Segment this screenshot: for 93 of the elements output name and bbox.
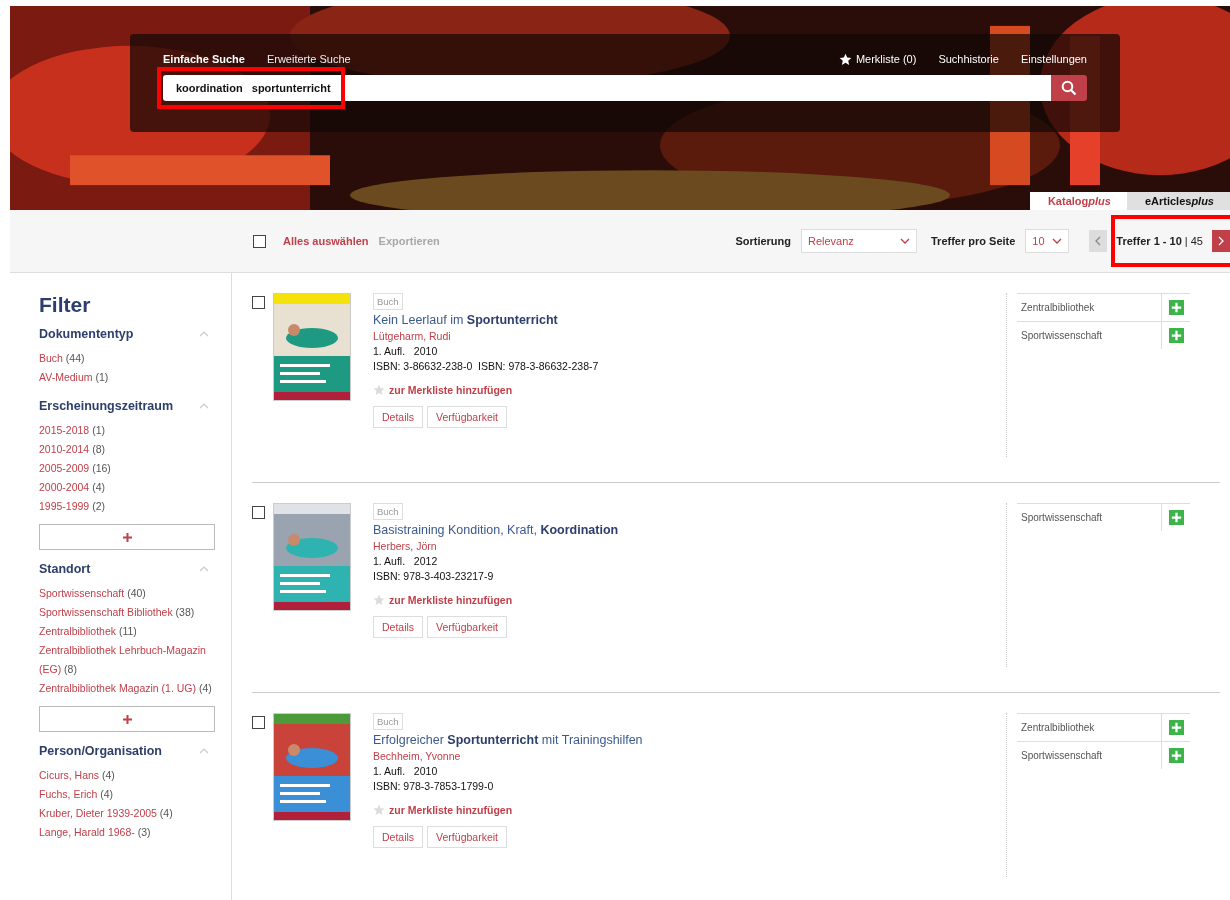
filter-link[interactable]: 1995-1999 (2) bbox=[39, 497, 217, 516]
filter-link[interactable]: Kruber, Dieter 1939-2005 (4) bbox=[39, 804, 217, 823]
filter-link[interactable]: Zentralbibliothek Magazin (1. UG) (4) bbox=[39, 679, 217, 698]
filter-link[interactable]: 2015-2018 (1) bbox=[39, 421, 217, 440]
caret-icon bbox=[900, 238, 910, 244]
author-link[interactable]: Lütgeharm, Rudi bbox=[373, 330, 451, 342]
search-tab[interactable]: Einfache Suche bbox=[163, 53, 245, 65]
document-type-tag: Buch bbox=[373, 293, 403, 310]
collapse-icon[interactable] bbox=[199, 331, 209, 337]
add-to-watchlist-link[interactable]: zur Merkliste hinzufügen bbox=[389, 384, 513, 396]
filter-group-title[interactable]: Erscheinungszeitraum bbox=[39, 399, 174, 413]
holding-location: Sportwissenschaft bbox=[1020, 330, 1104, 341]
author-link[interactable]: Herbers, Jörn bbox=[373, 540, 437, 552]
filter-link[interactable]: Zentralbibliothek (11) bbox=[39, 622, 217, 641]
checkbox[interactable] bbox=[252, 716, 265, 729]
sort-label: Sortierung bbox=[735, 235, 791, 247]
filter-group-title[interactable]: Person/Organisation bbox=[39, 744, 162, 758]
result-title-link[interactable]: Basistraining Kondition, Kraft, Koordination bbox=[373, 523, 619, 537]
add-icon[interactable] bbox=[1168, 720, 1184, 735]
filter-link[interactable]: Fuchs, Erich (4) bbox=[39, 785, 217, 804]
filter-link[interactable]: Lange, Harald 1968- (3) bbox=[39, 823, 217, 842]
star-icon[interactable] bbox=[373, 384, 385, 396]
filter-link[interactable]: Buch (44) bbox=[39, 349, 217, 368]
checkbox[interactable] bbox=[252, 506, 265, 519]
filter-group-title[interactable]: Standort bbox=[39, 562, 91, 576]
isbn-text: ISBN: 978-3-7853-1799-0 bbox=[373, 780, 494, 792]
header-link[interactable]: Suchhistorie bbox=[938, 53, 999, 65]
result-button[interactable]: Verfügbarkeit bbox=[427, 406, 507, 428]
plus-icon bbox=[121, 531, 133, 543]
filter-group-title[interactable]: Dokumententyp bbox=[39, 327, 134, 341]
header-link[interactable]: Einstellungen bbox=[1020, 53, 1087, 65]
select-all-link[interactable]: Alles auswählen bbox=[283, 235, 369, 247]
sort-dropdown[interactable]: Relevanz bbox=[801, 229, 917, 253]
checkbox[interactable] bbox=[253, 234, 266, 248]
add-icon[interactable] bbox=[1168, 510, 1184, 525]
add-icon[interactable] bbox=[1168, 748, 1184, 763]
collapse-icon[interactable] bbox=[199, 403, 209, 409]
search-icon bbox=[1061, 80, 1077, 96]
filter-title: Filter bbox=[39, 293, 92, 317]
next-page-button[interactable] bbox=[1212, 230, 1230, 252]
collapse-icon[interactable] bbox=[199, 748, 209, 754]
filter-link[interactable]: AV-Medium (1) bbox=[39, 368, 217, 387]
result-button[interactable]: Details bbox=[373, 616, 424, 638]
per-page-label: Treffer pro Seite bbox=[931, 235, 1016, 247]
author-link[interactable]: Bechheim, Yvonne bbox=[373, 750, 461, 762]
isbn-text: ISBN: 3-86632-238-0 ISBN: 978-3-86632-238-7 bbox=[373, 360, 599, 372]
checkbox[interactable] bbox=[252, 296, 265, 309]
catalog-tab[interactable]: eArticlesplus bbox=[1126, 192, 1230, 210]
show-more-button[interactable] bbox=[39, 706, 215, 732]
result-button[interactable]: Verfügbarkeit bbox=[427, 616, 507, 638]
result-button[interactable]: Details bbox=[373, 826, 424, 848]
previous-page-button[interactable] bbox=[1089, 230, 1108, 252]
caret-icon bbox=[1052, 238, 1063, 244]
holding-location: Zentralbibliothek bbox=[1020, 722, 1096, 733]
add-to-watchlist-link[interactable]: zur Merkliste hinzufügen bbox=[389, 594, 513, 606]
document-type-tag: Buch bbox=[373, 713, 403, 730]
holding-location: Zentralbibliothek bbox=[1020, 302, 1096, 313]
plus-icon bbox=[121, 713, 133, 725]
edition-text: 1. Aufl. 2012 bbox=[373, 555, 438, 567]
holding-location: Sportwissenschaft bbox=[1020, 512, 1104, 523]
per-page-dropdown[interactable]: 10 bbox=[1025, 229, 1070, 253]
star-icon[interactable] bbox=[373, 804, 385, 816]
add-icon[interactable] bbox=[1168, 328, 1184, 343]
result-title-link[interactable]: Erfolgreicher Sportunterricht mit Trainingshilfen bbox=[373, 733, 643, 747]
chevron-right-icon bbox=[1218, 236, 1224, 246]
result-button[interactable]: Verfügbarkeit bbox=[427, 826, 507, 848]
add-to-watchlist-link[interactable]: zur Merkliste hinzufügen bbox=[389, 804, 513, 816]
isbn-text: ISBN: 978-3-403-23217-9 bbox=[373, 570, 494, 582]
hit-count: Treffer 1 - 10 | 45 bbox=[1115, 234, 1204, 249]
filter-link[interactable]: Cicurs, Hans (4) bbox=[39, 766, 217, 785]
header-link[interactable]: Merkliste (0) bbox=[855, 53, 917, 65]
add-icon[interactable] bbox=[1168, 300, 1184, 315]
catalog-tab[interactable]: Katalogplus bbox=[1029, 192, 1127, 210]
filter-link[interactable]: Sportwissenschaft Bibliothek (38) bbox=[39, 603, 217, 622]
filter-link[interactable]: 2010-2014 (8) bbox=[39, 440, 217, 459]
result-title-link[interactable]: Kein Leerlauf im Sportunterricht bbox=[373, 313, 558, 327]
filter-link[interactable]: Sportwissenschaft (40) bbox=[39, 584, 217, 603]
star-icon bbox=[838, 52, 852, 66]
collapse-icon[interactable] bbox=[199, 566, 209, 572]
result-button[interactable]: Details bbox=[373, 406, 424, 428]
edition-text: 1. Aufl. 2010 bbox=[373, 345, 438, 357]
filter-link[interactable]: 2000-2004 (4) bbox=[39, 478, 217, 497]
filter-link[interactable]: Zentralbibliothek Lehrbuch-Magazin (EG) (8) bbox=[39, 641, 217, 679]
document-type-tag: Buch bbox=[373, 503, 403, 520]
edition-text: 1. Aufl. 2010 bbox=[373, 765, 438, 777]
chevron-left-icon bbox=[1095, 236, 1102, 246]
search-tab[interactable]: Erweiterte Suche bbox=[266, 53, 351, 65]
search-button[interactable] bbox=[1051, 75, 1087, 101]
star-icon[interactable] bbox=[373, 594, 385, 606]
show-more-button[interactable] bbox=[39, 524, 215, 550]
search-field[interactable]: koordination sportunterricht bbox=[163, 75, 1051, 101]
filter-link[interactable]: 2005-2009 (16) bbox=[39, 459, 217, 478]
holding-location: Sportwissenschaft bbox=[1020, 750, 1104, 761]
